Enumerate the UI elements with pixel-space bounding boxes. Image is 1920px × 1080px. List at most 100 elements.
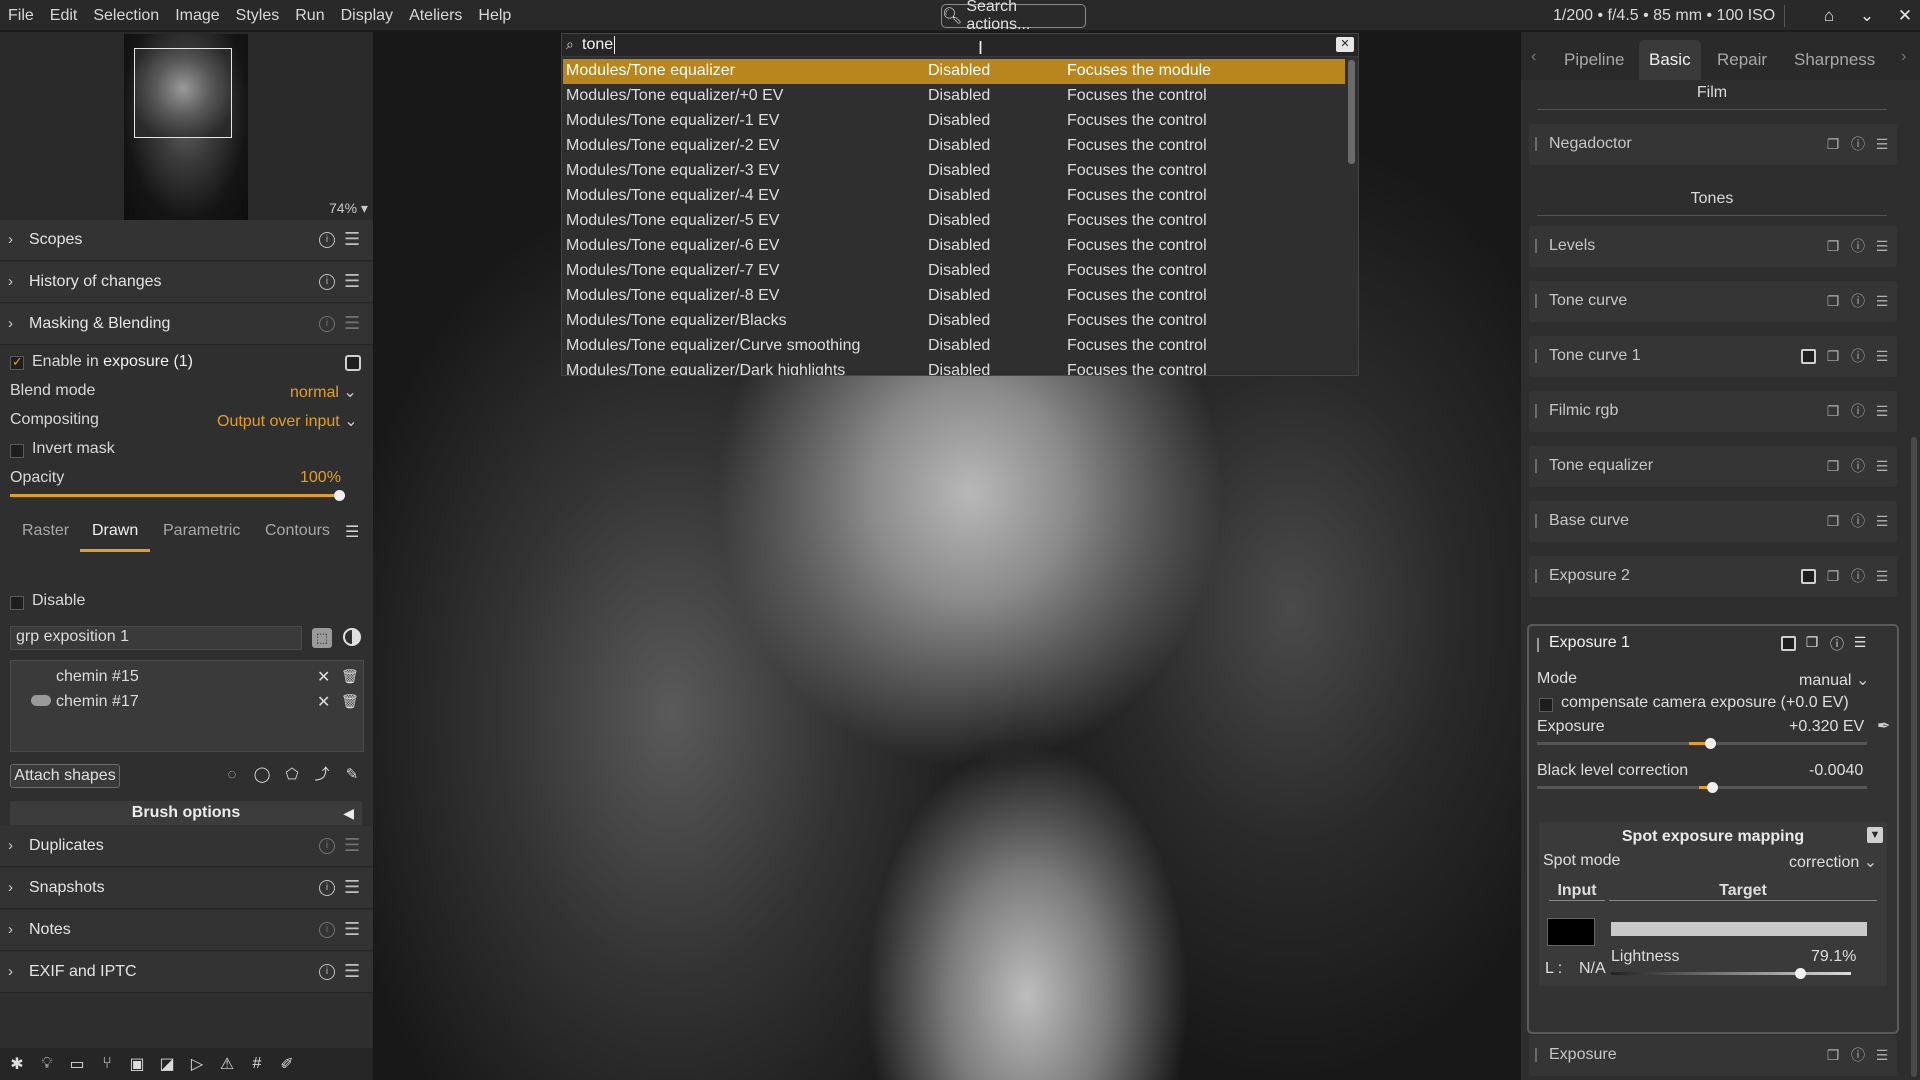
module-tone-curve-1[interactable]: Tone curve 1 ❐ ⓘ ☰ bbox=[1529, 336, 1897, 377]
contrast-icon[interactable]: ◪ bbox=[156, 1054, 178, 1074]
lightbulb-icon[interactable]: 💡︎ bbox=[36, 1055, 58, 1073]
module-exposure-2[interactable]: Exposure 2 ❐ ⓘ ☰ bbox=[1529, 556, 1897, 597]
menu-item-selection[interactable]: Selection bbox=[85, 0, 167, 31]
home-icon[interactable]: ⌂ bbox=[1818, 5, 1840, 27]
instances-icon[interactable]: ❐ bbox=[1824, 567, 1842, 585]
attach-shapes-button[interactable]: Attach shapes bbox=[10, 764, 120, 788]
mode-select[interactable]: manual ⌄ bbox=[1799, 670, 1869, 690]
menu-icon[interactable]: ☰ bbox=[1873, 1046, 1891, 1064]
module-toggle[interactable] bbox=[1535, 239, 1537, 253]
mask-indicator-icon[interactable] bbox=[1801, 349, 1816, 364]
info-icon[interactable]: ⓘ bbox=[1849, 135, 1867, 153]
path-shape-icon[interactable]: ⬠ bbox=[282, 765, 302, 785]
invert-mask-checkbox[interactable] bbox=[10, 444, 24, 458]
menu-icon[interactable]: ☰ bbox=[344, 961, 360, 982]
brush-options-bar[interactable]: Brush options ◀ bbox=[10, 801, 362, 825]
info-icon[interactable]: ⓘ bbox=[1849, 457, 1867, 475]
grid-icon[interactable]: # bbox=[246, 1055, 268, 1073]
enable-checkbox[interactable] bbox=[10, 354, 24, 370]
module-toggle[interactable] bbox=[1535, 1048, 1537, 1062]
chevron-right-icon[interactable]: › bbox=[1901, 48, 1906, 66]
module-toggle[interactable] bbox=[1535, 404, 1537, 418]
module-toggle[interactable] bbox=[1535, 459, 1537, 473]
menu-icon[interactable]: ☰ bbox=[1873, 457, 1891, 475]
menu-item-edit[interactable]: Edit bbox=[42, 0, 86, 31]
navigator-thumbnail[interactable] bbox=[124, 34, 248, 220]
shape-item[interactable]: chemin #17 bbox=[56, 693, 139, 711]
black-level-value[interactable]: -0.0040 bbox=[1809, 762, 1863, 780]
search-result-row[interactable]: Modules/Tone equalizer/-2 EV Disabled Focu… bbox=[563, 134, 1345, 159]
menu-item-display[interactable]: Display bbox=[333, 0, 401, 31]
gradient-shape-icon[interactable]: ⤴ bbox=[312, 765, 332, 785]
trash-icon[interactable]: 🗑︎ bbox=[341, 668, 359, 685]
section-notes[interactable]: › Notes i ☰ bbox=[0, 910, 373, 951]
search-result-row[interactable]: Modules/Tone equalizer/Dark highlights Di… bbox=[563, 359, 1345, 375]
instances-icon[interactable]: ❐ bbox=[1824, 237, 1842, 255]
instances-icon[interactable]: ❐ bbox=[1803, 634, 1821, 652]
right-panel-scrollbar[interactable] bbox=[1911, 437, 1917, 1077]
exposure-slider-knob[interactable] bbox=[1705, 738, 1716, 749]
disable-checkbox[interactable] bbox=[10, 596, 24, 610]
section-scopes[interactable]: › Scopes i ☰ bbox=[0, 220, 373, 261]
instances-icon[interactable]: ❐ bbox=[1824, 402, 1842, 420]
search-popup-input[interactable]: ⌕ tone ✕ bbox=[562, 34, 1358, 57]
module-toggle[interactable] bbox=[1537, 638, 1539, 652]
lightness-slider-knob[interactable] bbox=[1794, 968, 1806, 979]
info-icon[interactable]: i bbox=[319, 964, 335, 980]
menu-icon[interactable]: ☰ bbox=[1873, 567, 1891, 585]
info-icon[interactable]: i bbox=[319, 838, 335, 854]
menu-icon[interactable]: ☰ bbox=[345, 522, 359, 542]
branch-icon[interactable]: ⑂ bbox=[96, 1055, 118, 1073]
warning-icon[interactable]: ⚠︎ bbox=[216, 1054, 238, 1074]
trash-icon[interactable]: 🗑︎ bbox=[341, 693, 359, 710]
module-negadoctor[interactable]: Negadoctor ❐ ⓘ ☰ bbox=[1529, 124, 1897, 165]
menu-icon[interactable]: ☰ bbox=[1873, 347, 1891, 365]
menu-icon[interactable]: ☰ bbox=[1873, 135, 1891, 153]
info-icon[interactable]: i bbox=[319, 232, 335, 248]
search-result-row[interactable]: Modules/Tone equalizer/-7 EV Disabled Focu… bbox=[563, 259, 1345, 284]
menu-item-file[interactable]: File bbox=[0, 0, 42, 31]
tab-pipeline[interactable]: Pipeline bbox=[1554, 40, 1635, 80]
menu-icon[interactable]: ☰ bbox=[1851, 634, 1869, 652]
module-toggle[interactable] bbox=[1535, 514, 1537, 528]
menu-icon[interactable]: ☰ bbox=[344, 229, 360, 250]
section-masking-blending[interactable]: › Masking & Blending i ☰ bbox=[0, 304, 373, 345]
module-tone-equalizer[interactable]: Tone equalizer ❐ ⓘ ☰ bbox=[1529, 446, 1897, 487]
module-toggle[interactable] bbox=[1535, 137, 1537, 151]
clear-text-icon[interactable]: ✕ bbox=[1336, 37, 1354, 52]
instances-icon[interactable]: ❐ bbox=[1824, 1046, 1842, 1064]
results-scrollbar[interactable] bbox=[1348, 60, 1355, 164]
info-icon[interactable]: i bbox=[319, 274, 335, 290]
mask-indicator-icon[interactable] bbox=[1781, 636, 1796, 651]
monitor-icon[interactable]: ▭ bbox=[66, 1054, 88, 1074]
shape-visibility-icon[interactable] bbox=[31, 695, 51, 706]
menu-item-run[interactable]: Run bbox=[287, 0, 332, 31]
spot-mode-select[interactable]: correction ⌄ bbox=[1789, 852, 1877, 872]
tab-parametric[interactable]: Parametric bbox=[163, 522, 240, 540]
menu-icon[interactable]: ☰ bbox=[344, 835, 360, 856]
section-snapshots[interactable]: › Snapshots i ☰ bbox=[0, 868, 373, 909]
tab-drawn[interactable]: Drawn bbox=[92, 522, 138, 540]
lightness-slider[interactable] bbox=[1611, 972, 1851, 975]
module-toggle[interactable] bbox=[1535, 569, 1537, 583]
search-result-row[interactable]: Modules/Tone equalizer/+0 EV Disabled Focu… bbox=[563, 84, 1345, 109]
tab-repair[interactable]: Repair bbox=[1707, 40, 1777, 80]
info-icon[interactable]: ⓘ bbox=[1828, 634, 1846, 652]
instances-icon[interactable]: ❐ bbox=[1824, 512, 1842, 530]
search-result-row[interactable]: Modules/Tone equalizer/-1 EV Disabled Focu… bbox=[563, 109, 1345, 134]
menu-icon[interactable]: ☰ bbox=[1873, 237, 1891, 255]
info-icon[interactable]: i bbox=[319, 880, 335, 896]
info-icon[interactable]: i bbox=[319, 922, 335, 938]
brush-shape-icon[interactable]: ✎ bbox=[342, 765, 362, 785]
menu-item-help[interactable]: Help bbox=[470, 0, 519, 31]
blend-mode-select[interactable]: normal ⌄ bbox=[290, 382, 357, 402]
target-color-swatch[interactable] bbox=[1611, 922, 1867, 936]
menu-item-ateliers[interactable]: Ateliers bbox=[401, 0, 470, 31]
search-actions-button[interactable]: 🔍︎ Search actions... bbox=[941, 0, 1086, 33]
black-level-slider-knob[interactable] bbox=[1707, 782, 1718, 793]
module-base-curve[interactable]: Base curve ❐ ⓘ ☰ bbox=[1529, 501, 1897, 542]
ellipse-shape-icon[interactable]: ◯ bbox=[252, 765, 272, 785]
search-result-row[interactable]: Modules/Tone equalizer Disabled Focuses th… bbox=[563, 59, 1345, 84]
mask-display-icon[interactable] bbox=[345, 355, 361, 371]
instances-icon[interactable]: ❐ bbox=[1824, 292, 1842, 310]
